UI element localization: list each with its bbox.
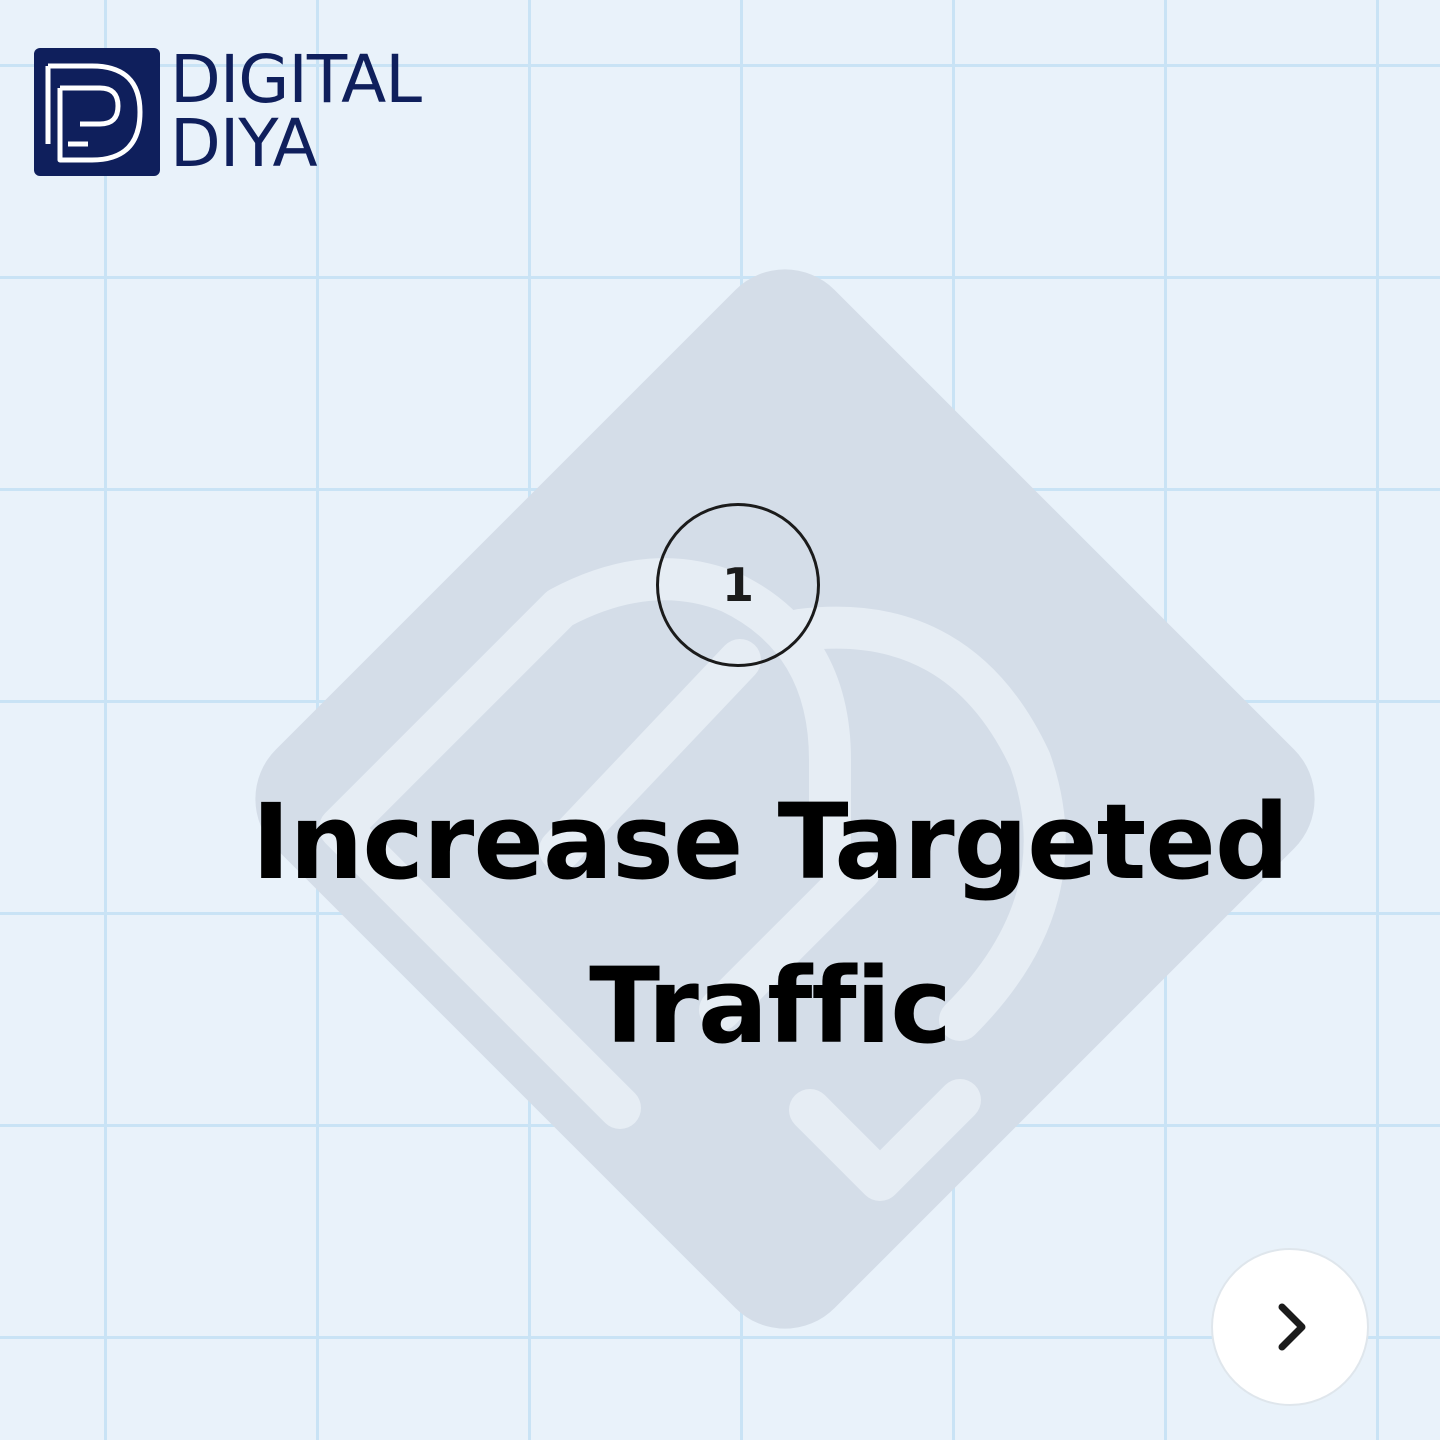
brand-line1: DIGITAL [170,41,422,118]
headline: Increase Targeted Traffic [170,760,1370,1088]
next-slide-button[interactable] [1211,1248,1369,1406]
brand-logo: DIGITAL DIYA [34,41,422,182]
step-number: 1 [721,558,754,612]
brand-wordmark: DIGITAL DIYA [170,41,422,182]
step-badge: 1 [656,503,820,667]
watermark-icon [255,269,1315,1329]
headline-line1: Increase Targeted [251,781,1290,903]
headline-line2: Traffic [589,945,952,1067]
chevron-right-icon [1278,1303,1306,1351]
brand-line2: DIYA [170,105,318,182]
logo-mark-icon [34,48,160,176]
slide-canvas: DIGITAL DIYA 1 Increase Targeted Traffic [0,0,1440,1440]
